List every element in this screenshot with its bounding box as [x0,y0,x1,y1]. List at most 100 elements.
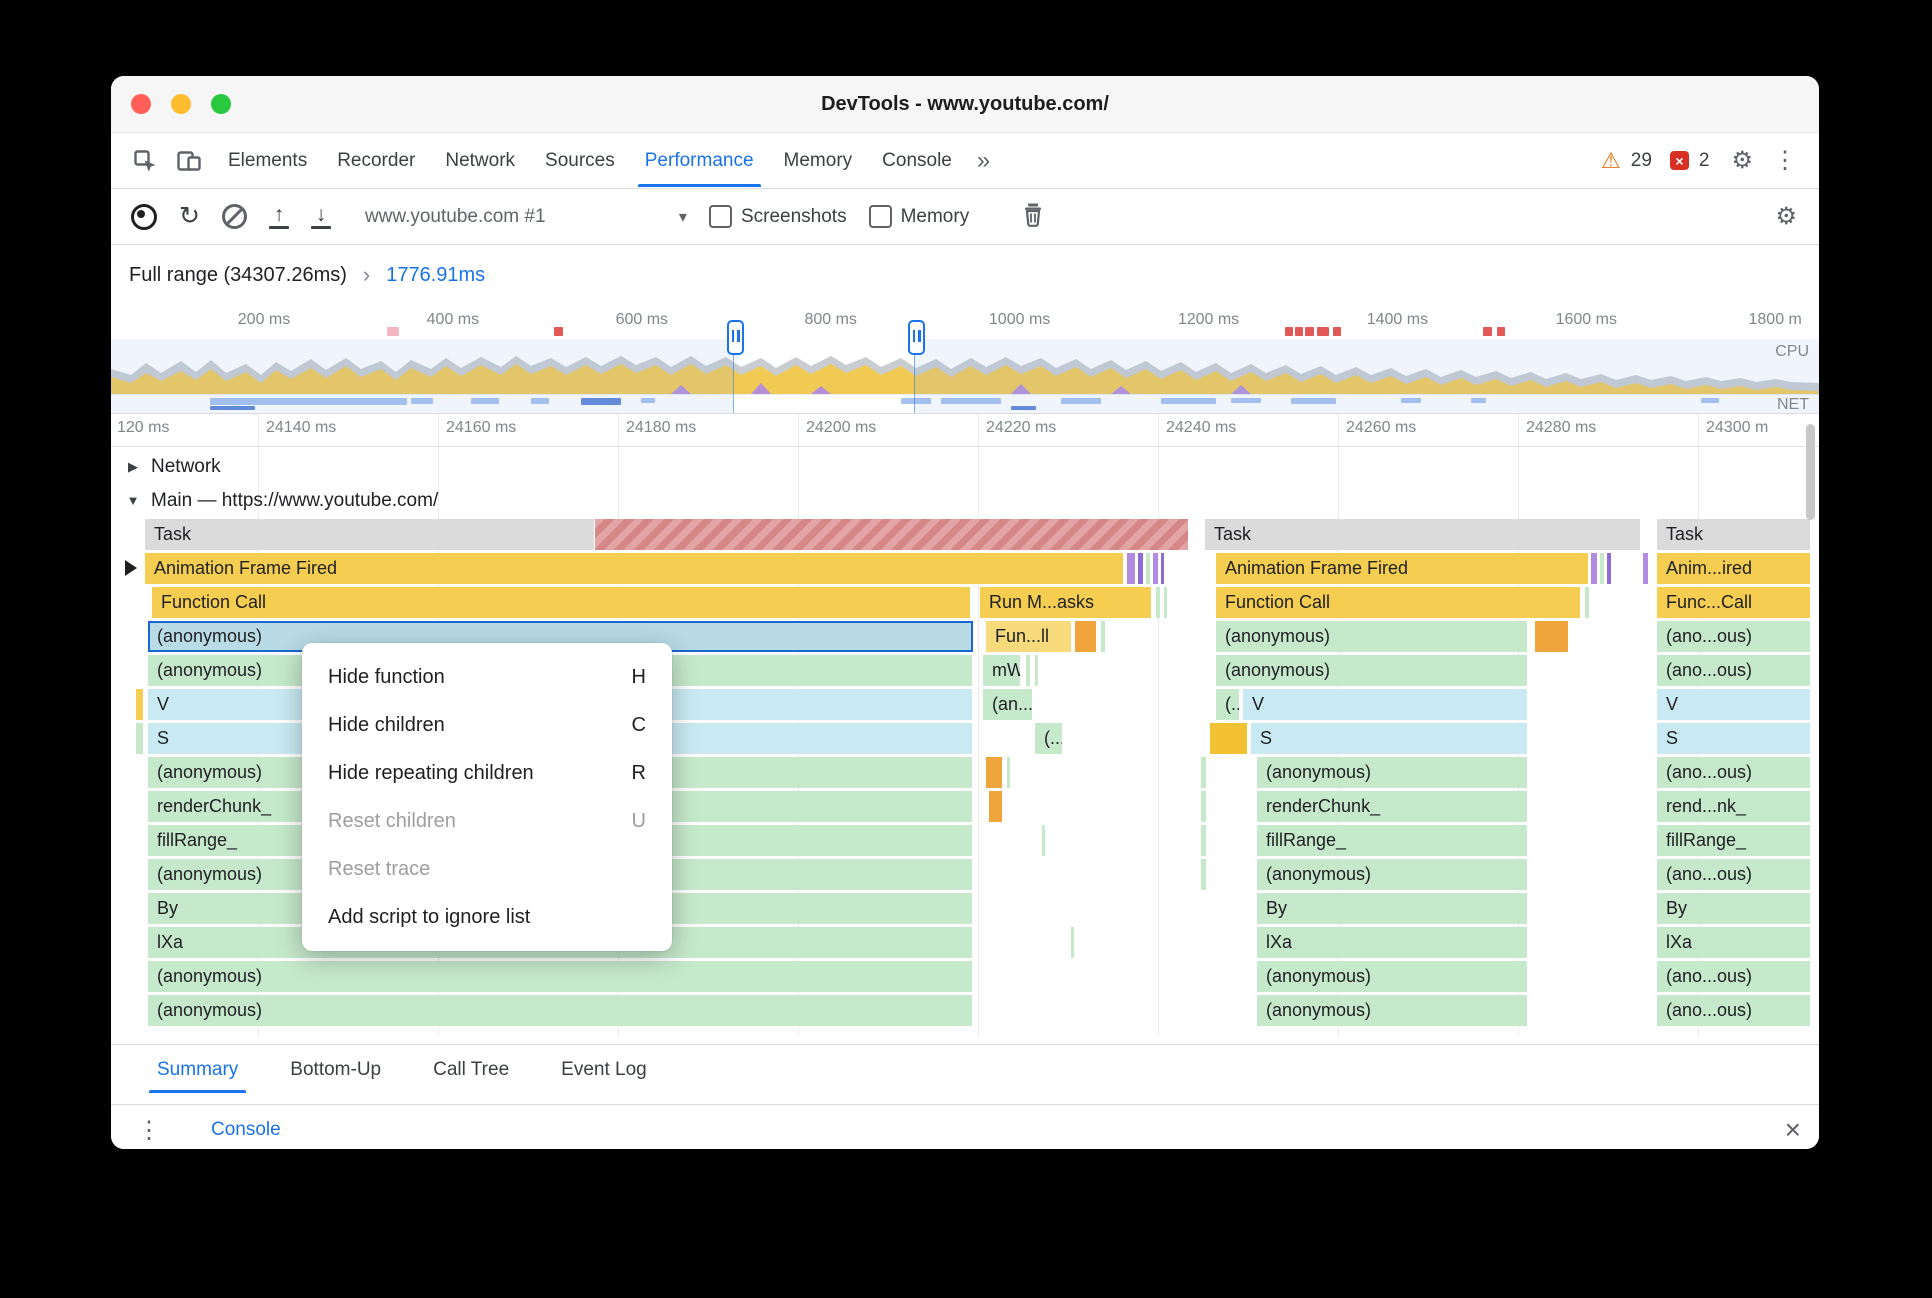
flame-bar[interactable]: Animation Frame Fired [1216,553,1589,584]
minimize-window-button[interactable] [171,94,191,114]
menu-item-hide-repeating-children[interactable]: Hide repeating children R [302,749,672,797]
flame-bar[interactable] [1585,587,1590,618]
flame-bar[interactable]: (anonymous) [148,995,973,1026]
menu-item-hide-children[interactable]: Hide children C [302,701,672,749]
selection-left-handle[interactable] [727,320,744,355]
close-window-button[interactable] [131,94,151,114]
flame-bar[interactable] [1156,587,1161,618]
flame-bar[interactable]: (ano...ous) [1657,621,1811,652]
flame-bar[interactable] [1535,621,1569,652]
flame-bar[interactable]: (ano...ous) [1657,961,1811,992]
flame-bar[interactable] [1127,553,1136,584]
reload-and-record-icon[interactable]: ↻ [179,204,200,229]
flame-bar[interactable]: Animation Frame Fired [145,553,1124,584]
flame-bar[interactable]: By [1257,893,1528,924]
flame-bar[interactable] [1075,621,1097,652]
flame-bar[interactable]: rend...nk_ [1657,791,1811,822]
flame-scrollbar-thumb[interactable] [1806,424,1815,520]
flame-bar[interactable]: (anonymous) [1257,859,1528,890]
warning-count[interactable]: 29 [1631,150,1652,172]
selection-right-handle[interactable] [908,320,925,355]
capture-settings-gear-icon[interactable]: ⚙ [1771,202,1801,231]
screenshots-checkbox-group[interactable]: Screenshots [708,205,847,228]
drawer-kebab-icon[interactable]: ⋮ [131,1116,167,1145]
inspect-element-icon[interactable] [125,141,165,181]
flame-bar[interactable] [1007,757,1011,788]
memory-checkbox[interactable] [868,205,892,228]
flame-bar[interactable] [595,519,1189,550]
tab-recorder[interactable]: Recorder [322,134,430,187]
flame-bar[interactable] [1164,587,1168,618]
flame-bar[interactable]: By [1657,893,1811,924]
expand-triangle-icon[interactable]: ▼ [125,493,141,508]
flame-bar[interactable] [1643,553,1649,584]
flame-bar[interactable]: (anonymous) [1257,757,1528,788]
flame-bar[interactable] [1146,553,1151,584]
flame-bar[interactable]: Task [1205,519,1641,550]
flame-bar[interactable] [1210,723,1248,754]
flame-bar[interactable] [1071,927,1075,958]
flame-bar[interactable]: Run M...asks [980,587,1152,618]
flame-bar[interactable]: (anonymous) [1216,621,1528,652]
tab-elements[interactable]: Elements [213,134,322,187]
flame-bar[interactable]: S [1251,723,1528,754]
tab-sources[interactable]: Sources [530,134,630,187]
flame-bar[interactable]: (anonymous) [1257,995,1528,1026]
flame-bar[interactable]: Func...Call [1657,587,1811,618]
flame-bar[interactable]: (ano...ous) [1657,995,1811,1026]
tab-network[interactable]: Network [430,134,530,187]
flame-bar[interactable]: renderChunk_ [1257,791,1528,822]
flame-bar[interactable] [1101,621,1106,652]
flame-bar[interactable] [136,723,144,754]
tab-console[interactable]: Console [867,134,967,187]
error-count[interactable]: 2 [1699,150,1710,172]
device-toolbar-icon[interactable] [169,141,209,181]
screenshots-checkbox[interactable] [708,205,732,228]
detail-tab-bottom-up[interactable]: Bottom-Up [278,1046,393,1093]
flame-bar[interactable] [1600,553,1605,584]
network-track-header[interactable]: ▶ Network [111,450,1819,483]
menu-item-add-script-to-ignore-list[interactable]: Add script to ignore list [302,893,672,941]
flame-bar[interactable]: V [1243,689,1528,720]
collapse-triangle-icon[interactable]: ▶ [125,459,141,475]
detail-tab-summary[interactable]: Summary [145,1046,250,1093]
flame-bar[interactable]: (ano...ous) [1657,655,1811,686]
flame-bar[interactable] [1138,553,1144,584]
title-bar[interactable]: DevTools - www.youtube.com/ [111,76,1819,133]
flame-bar[interactable]: Function Call [152,587,971,618]
flame-bar[interactable] [1201,825,1207,856]
flame-bar[interactable]: (anonymous) [1216,655,1528,686]
flame-bar[interactable]: (ano...ous) [1657,757,1811,788]
flame-bar[interactable]: lXa [1257,927,1528,958]
error-icon[interactable]: × [1669,151,1689,170]
detail-tab-event-log[interactable]: Event Log [549,1046,659,1093]
flame-bar[interactable]: (... [1216,689,1240,720]
profile-history-select[interactable]: www.youtube.com #1 ▾ [365,206,687,228]
menu-item-hide-function[interactable]: Hide function H [302,653,672,701]
close-drawer-icon[interactable]: × [1785,1116,1801,1144]
record-button[interactable] [131,203,157,230]
tab-performance[interactable]: Performance [630,134,769,187]
drawer-tab-console[interactable]: Console [203,1107,289,1149]
collect-garbage-icon[interactable] [1021,201,1045,232]
more-tabs-icon[interactable]: » [967,147,1000,175]
flame-bar[interactable]: Anim...ired [1657,553,1811,584]
timeline-overview[interactable]: 200 ms 400 ms 600 ms 800 ms 1000 ms 1200 ms 14… [111,305,1819,414]
flame-bar[interactable] [1042,825,1046,856]
flame-bar[interactable] [1035,655,1039,686]
flame-bar[interactable] [1201,859,1207,890]
settings-gear-icon[interactable]: ⚙ [1727,146,1757,175]
flame-bar[interactable] [989,791,1003,822]
flame-bar[interactable]: Task [1657,519,1811,550]
zoom-window-button[interactable] [211,94,231,114]
flame-bar[interactable]: S [1657,723,1811,754]
flame-bar[interactable]: (anonymous) [1257,961,1528,992]
breadcrumb-selected-range[interactable]: 1776.91ms [386,264,485,287]
flame-bar[interactable]: (an...s) [983,689,1033,720]
flame-bar[interactable] [1201,791,1207,822]
flame-bar[interactable] [1161,553,1165,584]
flame-bar[interactable]: (... [1035,723,1063,754]
flame-bar[interactable]: V [1657,689,1811,720]
memory-checkbox-group[interactable]: Memory [868,205,969,228]
detail-tab-call-tree[interactable]: Call Tree [421,1046,521,1093]
